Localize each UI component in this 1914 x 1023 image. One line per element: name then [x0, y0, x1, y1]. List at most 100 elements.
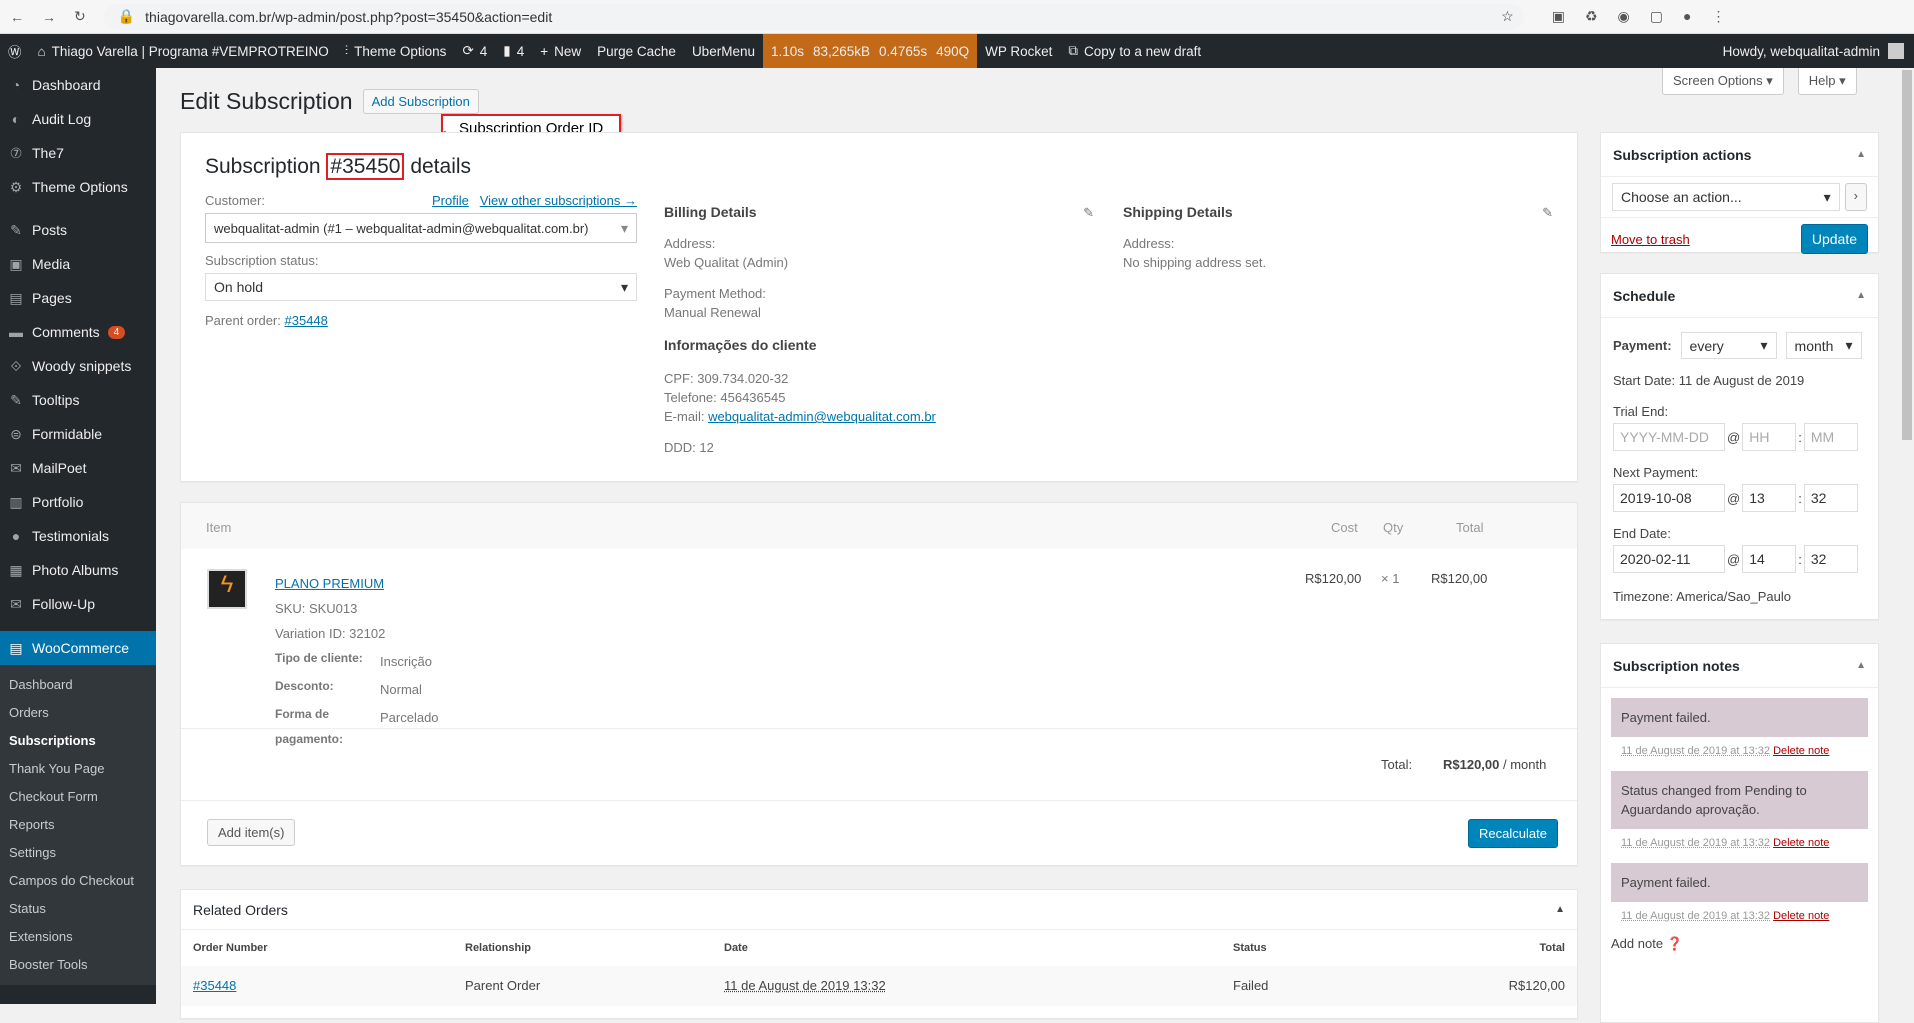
sidebar-item-the7[interactable]: ⑦ The7 [0, 136, 156, 170]
help-icon[interactable]: ❓ [1667, 936, 1683, 951]
sidebar-item-pages[interactable]: ▤ Pages [0, 281, 156, 315]
scrollbar-thumb[interactable] [1902, 70, 1912, 440]
portfolio-icon: ▥ [9, 493, 23, 510]
next-date-input[interactable]: 2019-10-08 [1613, 484, 1725, 512]
address-bar[interactable]: 🔒 thiagovarella.com.br/wp-admin/post.php?… [103, 3, 1524, 30]
trial-hour-input[interactable]: HH [1742, 423, 1797, 451]
sidebar-item-mailpoet[interactable]: ✉ MailPoet [0, 451, 156, 485]
extension-icon[interactable]: ♻ [1585, 8, 1598, 25]
label: Posts [32, 222, 68, 238]
add-items-button[interactable]: Add item(s) [207, 819, 296, 846]
sidebar-item-media[interactable]: ▣ Media [0, 247, 156, 281]
copy-draft-link[interactable]: ⧉ Copy to a new draft [1060, 34, 1209, 68]
trial-date-input[interactable]: YYYY-MM-DD [1613, 423, 1725, 451]
variation-id: Variation ID: 32102 [275, 626, 386, 641]
label: Media [32, 256, 71, 272]
submenu-item-campos-do-checkout[interactable]: Campos do Checkout [0, 867, 156, 895]
menu-icon[interactable]: ⋮ [1711, 8, 1725, 25]
screen-options-button[interactable]: Screen Options ▾ [1662, 68, 1784, 95]
trial-minute-input[interactable]: MM [1803, 423, 1858, 451]
move-to-trash-link[interactable]: Move to trash [1611, 232, 1690, 247]
site-name: Thiago Varella | Programa #VEMPROTREINO [51, 43, 329, 59]
period-select[interactable]: month ▾ [1785, 332, 1862, 359]
star-icon[interactable]: ☆ [1501, 8, 1524, 25]
sidebar-item-theme-options[interactable]: ⚙ Theme Options [0, 170, 156, 204]
extension-icon[interactable]: ▢ [1650, 8, 1663, 25]
next-hour-input[interactable]: 13 [1742, 484, 1797, 512]
end-minute-input[interactable]: 32 [1803, 545, 1858, 573]
sidebar-item-testimonials[interactable]: ● Testimonials [0, 519, 156, 553]
related-header: Order Number Relationship Date Status To… [181, 930, 1577, 966]
delete-note-link[interactable]: Delete note [1773, 745, 1829, 757]
sidebar-item-portfolio[interactable]: ▥ Portfolio [0, 485, 156, 519]
media-icon: ▣ [9, 255, 23, 272]
end-hour-input[interactable]: 14 [1742, 545, 1797, 573]
sidebar-item-tooltips[interactable]: ✎ Tooltips [0, 383, 156, 417]
submenu-item-settings[interactable]: Settings [0, 839, 156, 867]
site-link[interactable]: ⌂ Thiago Varella | Programa #VEMPROTREINO [30, 34, 337, 68]
wp-rocket-link[interactable]: WP Rocket [977, 34, 1060, 68]
end-date-input[interactable]: 2020-02-11 [1613, 545, 1725, 573]
interval-select[interactable]: every ▾ [1680, 332, 1777, 359]
update-button[interactable]: Update [1800, 224, 1868, 254]
sidebar-item-follow-up[interactable]: ✉ Follow-Up [0, 587, 156, 621]
sidebar-item-photo-albums[interactable]: ▦ Photo Albums [0, 553, 156, 587]
label: Theme Options [32, 179, 128, 195]
submenu-item-subscriptions[interactable]: Subscriptions [0, 727, 156, 755]
sidebar-item-formidable[interactable]: ⊜ Formidable [0, 417, 156, 451]
help-button[interactable]: Help ▾ [1797, 68, 1857, 95]
collapse-icon[interactable]: ▲ [1555, 904, 1565, 915]
query-monitor[interactable]: 1.10s 83,265kB 0.4765s 490Q [762, 34, 978, 68]
submenu-item-reports[interactable]: Reports [0, 811, 156, 839]
purge-cache-link[interactable]: Purge Cache [589, 34, 684, 68]
account-icon[interactable]: ● [1683, 8, 1691, 25]
scrollbar[interactable] [1900, 68, 1914, 1004]
forward-icon[interactable]: → [42, 9, 56, 25]
collapse-icon[interactable]: ▲ [1856, 290, 1866, 301]
reload-icon[interactable]: ↻ [74, 8, 86, 25]
extension-icon[interactable]: ▣ [1552, 8, 1565, 25]
customer-select[interactable]: webqualitat-admin (#1 – webqualitat-admi… [205, 213, 637, 243]
status-select[interactable]: On hold ▾ [205, 273, 637, 301]
submenu-item-orders[interactable]: Orders [0, 699, 156, 727]
sidebar-item-comments[interactable]: ▬ Comments 4 [0, 315, 156, 349]
email-link[interactable]: webqualitat-admin@webqualitat.com.br [708, 409, 936, 424]
view-other-subscriptions-link[interactable]: View other subscriptions → [480, 193, 637, 208]
submenu-item-thank-you-page[interactable]: Thank You Page [0, 755, 156, 783]
action-select[interactable]: Choose an action... ▾ [1612, 183, 1840, 211]
updates-link[interactable]: ⟳ 4 [454, 34, 495, 68]
my-account[interactable]: Howdy, webqualitat-admin [1723, 43, 1914, 59]
add-subscription-button[interactable]: Add Subscription [362, 89, 479, 114]
comments-link[interactable]: ▮ 4 [495, 34, 532, 68]
sidebar-item-woody-snippets[interactable]: ⟐ Woody snippets [0, 349, 156, 383]
next-minute-input[interactable]: 32 [1803, 484, 1858, 512]
order-link[interactable]: #35448 [193, 978, 236, 993]
back-icon[interactable]: ← [10, 9, 24, 25]
theme-options-link[interactable]: ⫶ Theme Options [337, 34, 455, 68]
sidebar-item-audit-log[interactable]: ◐ Audit Log [0, 102, 156, 136]
submenu-item-dashboard[interactable]: Dashboard [0, 671, 156, 699]
collapse-icon[interactable]: ▲ [1856, 149, 1866, 160]
sidebar-item-dashboard[interactable]: ◔ Dashboard [0, 68, 156, 102]
product-link[interactable]: PLANO PREMIUM [275, 576, 384, 591]
new-link[interactable]: + New [532, 34, 589, 68]
pencil-icon[interactable]: ✎ [1083, 203, 1094, 222]
delete-note-link[interactable]: Delete note [1773, 837, 1829, 849]
parent-order-link[interactable]: #35448 [285, 313, 328, 328]
delete-note-link[interactable]: Delete note [1773, 910, 1829, 922]
profile-link[interactable]: Profile [432, 193, 469, 208]
extension-icon[interactable]: ◉ [1618, 8, 1630, 25]
sidebar-item-posts[interactable]: ✎ Posts [0, 213, 156, 247]
wp-logo-icon[interactable]: Ⓦ [0, 34, 30, 68]
collapse-icon[interactable]: ▲ [1856, 660, 1866, 671]
submenu-item-checkout-form[interactable]: Checkout Form [0, 783, 156, 811]
recalculate-button[interactable]: Recalculate [1468, 819, 1558, 848]
submenu-item-extensions[interactable]: Extensions [0, 923, 156, 951]
value: On hold [214, 279, 264, 295]
pencil-icon[interactable]: ✎ [1542, 203, 1553, 222]
apply-action-button[interactable]: › [1844, 183, 1867, 211]
ubermenu-link[interactable]: UberMenu [684, 34, 763, 68]
sidebar-item-woocommerce[interactable]: ▤ WooCommerce [0, 631, 156, 665]
submenu-item-booster-tools[interactable]: Booster Tools [0, 951, 156, 979]
submenu-item-status[interactable]: Status [0, 895, 156, 923]
